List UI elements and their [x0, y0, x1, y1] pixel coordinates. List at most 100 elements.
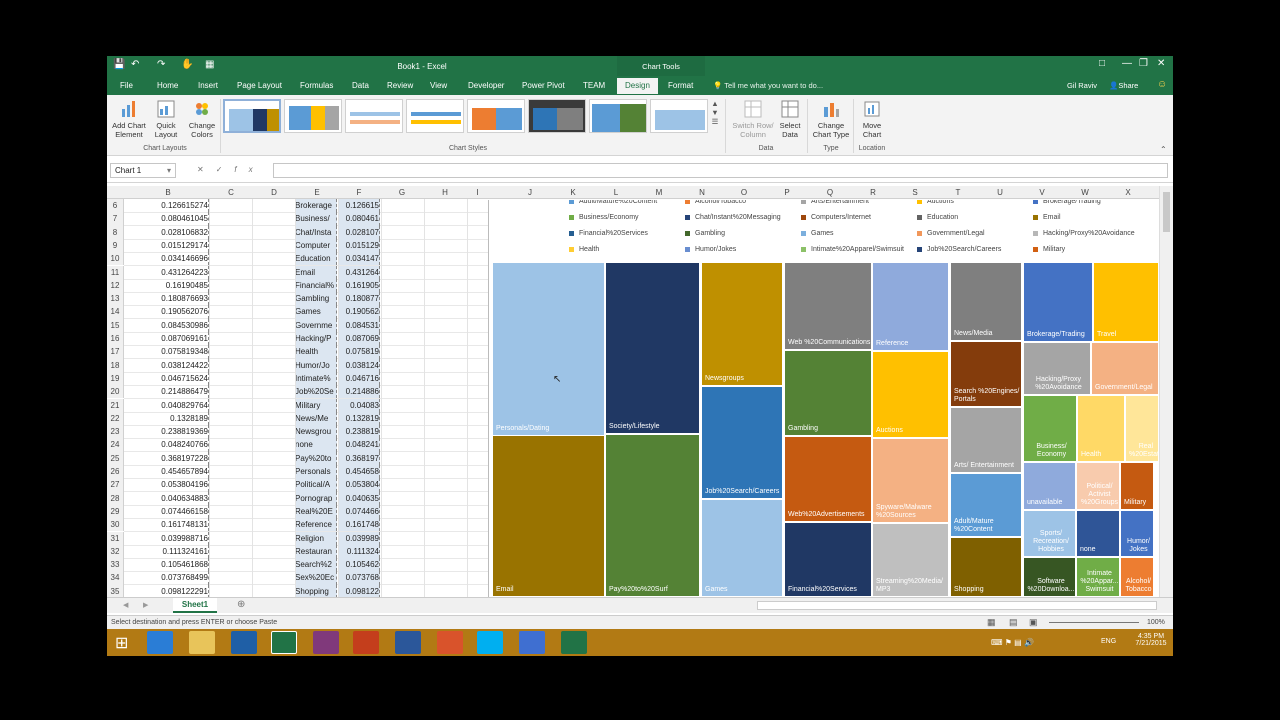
- cell-e[interactable]: Email: [295, 265, 337, 279]
- cell-f[interactable]: 0.098122: [338, 584, 380, 597]
- treemap-tile[interactable]: Job%20Search/Careers: [701, 386, 783, 499]
- treemap-tile[interactable]: Health: [1077, 395, 1125, 462]
- cell-b[interactable]: 0.454657894: [127, 465, 209, 479]
- prev-sheet-icon[interactable]: ◀: [123, 601, 128, 609]
- treemap-tile[interactable]: Military: [1120, 462, 1154, 510]
- column-header[interactable]: X: [1107, 188, 1149, 197]
- switch-row-column-button[interactable]: Switch Row/ Column: [727, 99, 779, 139]
- treemap-tile[interactable]: Web%20Advertisements: [784, 436, 872, 522]
- legend-item[interactable]: Humor/Jokes: [685, 246, 736, 253]
- cell-e[interactable]: Personals: [295, 465, 337, 479]
- row-header[interactable]: 10: [107, 252, 124, 266]
- cell-e[interactable]: Business/: [295, 212, 337, 226]
- column-header[interactable]: K: [552, 188, 594, 197]
- row-header[interactable]: 32: [107, 544, 124, 559]
- row-header[interactable]: 23: [107, 425, 124, 439]
- treemap-tile[interactable]: Email: [492, 435, 605, 597]
- cell-b[interactable]: 0.190562076: [127, 305, 209, 319]
- worksheet-grid[interactable]: BCDEFGHI JKLMNOPQRSTUVWX 6 0.126615274 Brok…: [107, 186, 1159, 597]
- zoom-slider[interactable]: [1049, 622, 1139, 623]
- cell-f[interactable]: 0.015129: [338, 238, 380, 253]
- cell-b[interactable]: 0.040634883: [127, 491, 209, 505]
- treemap-tile[interactable]: Reference: [872, 262, 949, 351]
- row-header[interactable]: 30: [107, 518, 124, 532]
- row-header[interactable]: 27: [107, 478, 124, 492]
- cell-b[interactable]: 0.053804196: [127, 478, 209, 492]
- cell-b[interactable]: 0.074466158: [127, 504, 209, 519]
- row-header[interactable]: 35: [107, 584, 124, 597]
- column-header[interactable]: U: [979, 188, 1021, 197]
- cell-b[interactable]: 0.015129174: [127, 238, 209, 253]
- cell-f[interactable]: 0.053804: [338, 478, 380, 492]
- cell-b[interactable]: 0.368197228: [127, 451, 209, 465]
- chart-style-4[interactable]: [406, 99, 464, 133]
- ribbon-display-icon[interactable]: □: [1099, 58, 1105, 69]
- chart-style-8[interactable]: [650, 99, 708, 133]
- column-header[interactable]: H: [424, 188, 466, 197]
- page-layout-view-icon[interactable]: ▤: [1009, 617, 1018, 628]
- treemap-tile[interactable]: Humor/ Jokes: [1120, 510, 1154, 557]
- legend-item[interactable]: Military: [1033, 246, 1065, 253]
- cell-b[interactable]: 0.238819369: [127, 425, 209, 439]
- row-header[interactable]: 33: [107, 558, 124, 572]
- column-header[interactable]: T: [937, 188, 979, 197]
- column-header[interactable]: V: [1021, 188, 1063, 197]
- user-name[interactable]: Gil Raviv: [1067, 81, 1097, 90]
- cell-e[interactable]: Shopping: [295, 584, 337, 597]
- cell-b[interactable]: 0.034146696: [127, 252, 209, 266]
- legend-item[interactable]: Job%20Search/Careers: [917, 246, 1001, 253]
- outlook-icon[interactable]: [231, 631, 257, 654]
- tab-view[interactable]: View: [430, 81, 447, 90]
- column-header[interactable]: W: [1064, 188, 1106, 197]
- cell-b[interactable]: 0.080461045: [127, 212, 209, 226]
- cell-b[interactable]: 0.084530986: [127, 318, 209, 332]
- row-header[interactable]: 17: [107, 345, 124, 359]
- word-icon[interactable]: [395, 631, 421, 654]
- cell-b[interactable]: 0.098122291: [127, 584, 209, 597]
- cell-e[interactable]: Humor/Jo: [295, 358, 337, 372]
- cell-b[interactable]: 0.16190485: [127, 278, 209, 293]
- clock[interactable]: 4:35 PM 7/21/2015: [1131, 633, 1171, 647]
- cell-b[interactable]: 0.1328189: [127, 411, 209, 426]
- cell-f[interactable]: 0.073768: [338, 571, 380, 585]
- cell-e[interactable]: Intimate%: [295, 371, 337, 386]
- column-header[interactable]: F: [338, 188, 380, 197]
- smiley-icon[interactable]: ☺: [1157, 79, 1167, 90]
- cell-f[interactable]: 0.214886: [338, 385, 380, 399]
- cell-f[interactable]: 0.04083: [338, 398, 380, 412]
- sheet-tab-sheet1[interactable]: Sheet1: [173, 598, 217, 613]
- treemap-tile[interactable]: Financial%20Services: [784, 522, 872, 597]
- row-header[interactable]: 6: [107, 199, 124, 213]
- tab-power-pivot[interactable]: Power Pivot: [522, 81, 565, 90]
- legend-item[interactable]: Government/Legal: [917, 230, 985, 237]
- legend-item[interactable]: Adult/Mature%20Content: [569, 200, 657, 205]
- treemap-tile[interactable]: Search %20Engines/ Portals: [950, 341, 1022, 407]
- share-button[interactable]: 👤Share: [1109, 81, 1138, 90]
- cell-b[interactable]: 0.038124422: [127, 358, 209, 372]
- treemap-tile[interactable]: News/Media: [950, 262, 1022, 341]
- language-indicator[interactable]: ENG: [1101, 638, 1116, 645]
- row-header[interactable]: 29: [107, 504, 124, 519]
- minimize-icon[interactable]: —: [1122, 58, 1132, 69]
- tell-me-search[interactable]: 💡 Tell me what you want to do...: [713, 81, 823, 90]
- treemap-tile[interactable]: Web %20Communications: [784, 262, 872, 350]
- tab-home[interactable]: Home: [157, 81, 178, 90]
- treemap-chart[interactable]: Adult/Mature%20Content Alcohol/Tobacco Art…: [488, 200, 1159, 597]
- row-header[interactable]: 13: [107, 292, 124, 306]
- treemap-tile[interactable]: Business/ Economy: [1023, 395, 1077, 462]
- page-break-view-icon[interactable]: ▣: [1029, 617, 1038, 628]
- legend-item[interactable]: Financial%20Services: [569, 230, 648, 237]
- formula-input[interactable]: [273, 163, 1168, 178]
- legend-item[interactable]: Business/Economy: [569, 214, 639, 221]
- save-icon[interactable]: 💾: [113, 59, 125, 70]
- cell-e[interactable]: Pornograp: [295, 491, 337, 505]
- settings-icon[interactable]: [519, 631, 545, 654]
- close-icon[interactable]: ✕: [1157, 58, 1165, 69]
- cell-e[interactable]: Search%2: [295, 558, 337, 572]
- cell-e[interactable]: Hacking/P: [295, 332, 337, 346]
- cell-f[interactable]: 0.180877: [338, 292, 380, 306]
- cell-f[interactable]: 0.111324: [338, 544, 380, 559]
- cell-e[interactable]: Newsgrou: [295, 425, 337, 439]
- redo-icon[interactable]: ↷: [157, 59, 165, 70]
- cell-f[interactable]: 0.084531: [338, 318, 380, 332]
